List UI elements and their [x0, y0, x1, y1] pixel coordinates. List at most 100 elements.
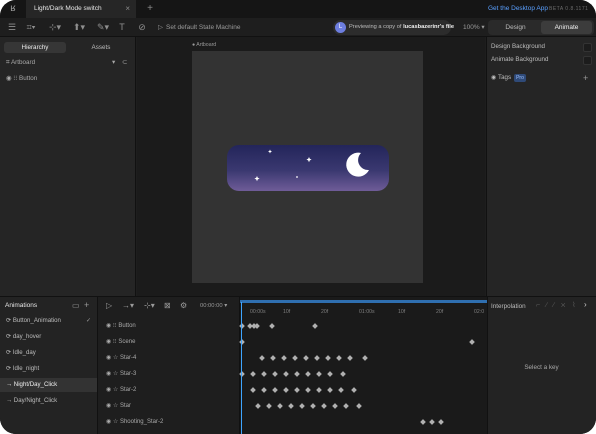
preview-banner: L Previewing a copy of lucasbazerinr's f…: [333, 20, 454, 35]
close-tab-icon[interactable]: ×: [125, 0, 130, 18]
keyframe[interactable]: [338, 387, 344, 393]
keyframe[interactable]: [327, 371, 333, 377]
animate-mode-button[interactable]: Animate: [541, 21, 592, 34]
keyframe[interactable]: [294, 387, 300, 393]
keyframe[interactable]: [327, 387, 333, 393]
keyframe[interactable]: [270, 355, 276, 361]
list-item-animation[interactable]: ⟳ Button_Animation ✓: [0, 314, 97, 328]
keyframe[interactable]: [283, 387, 289, 393]
new-tab-icon[interactable]: +: [144, 0, 156, 18]
track-row[interactable]: ◉ ☆ Star: [106, 400, 131, 412]
keyframe[interactable]: [254, 323, 260, 329]
dark-mode-switch[interactable]: [227, 145, 389, 191]
tab-assets[interactable]: Assets: [70, 42, 132, 53]
rive-logo-icon[interactable]: ʁ: [8, 3, 18, 14]
link-icon[interactable]: ⊂: [122, 58, 127, 68]
shape-tool-icon[interactable]: ⬆▾: [68, 21, 90, 34]
keyframe[interactable]: [277, 403, 283, 409]
keyframe[interactable]: [292, 355, 298, 361]
track-row[interactable]: ◉ ☆ Star-4: [106, 352, 136, 364]
list-item-animation[interactable]: ⟳ day_hover: [0, 330, 97, 344]
keyframe[interactable]: [250, 387, 256, 393]
keyframe[interactable]: [321, 403, 327, 409]
track-row[interactable]: ◉ ☆ Star-3: [106, 368, 136, 380]
keyframe[interactable]: [272, 387, 278, 393]
keyframe[interactable]: [429, 419, 435, 425]
zoom-selector[interactable]: 100% ▾: [463, 18, 485, 37]
add-tag-icon[interactable]: +: [583, 72, 588, 84]
add-animation-icon[interactable]: +: [84, 300, 89, 310]
timeline-ruler[interactable]: 00:00s 10f 20f 01:00s 10f 20f 02:0: [240, 306, 487, 318]
track-row[interactable]: ◉ ⁝⁝ Button: [106, 320, 136, 332]
keyframe[interactable]: [269, 323, 275, 329]
keyframe[interactable]: [288, 403, 294, 409]
text-tool-icon[interactable]: T: [116, 21, 128, 34]
keyframe[interactable]: [266, 403, 272, 409]
keyframe[interactable]: [250, 371, 256, 377]
keyframe[interactable]: [305, 387, 311, 393]
file-tab[interactable]: Light/Dark Mode switch ×: [26, 0, 136, 18]
snap-icon[interactable]: ⊹▾: [144, 301, 155, 310]
list-item-animation-selected[interactable]: → Night/Day_Click: [0, 378, 97, 392]
list-item-animation[interactable]: ⟳ Idle_day: [0, 346, 97, 360]
design-mode-button[interactable]: Design: [490, 21, 541, 34]
keyframe[interactable]: [438, 419, 444, 425]
keyframe[interactable]: [347, 355, 353, 361]
playhead[interactable]: [241, 302, 242, 434]
keyframe[interactable]: [305, 371, 311, 377]
list-item-animation[interactable]: ⟳ Idle_night: [0, 362, 97, 376]
keyframe[interactable]: [332, 403, 338, 409]
keyframe[interactable]: [420, 419, 426, 425]
folder-icon[interactable]: ▭: [72, 301, 80, 310]
tree-item-artboard[interactable]: ⌗ Artboard ▾ ⊂: [6, 58, 130, 68]
keyframe[interactable]: [316, 371, 322, 377]
keyframe[interactable]: [336, 355, 342, 361]
keyframe[interactable]: [325, 355, 331, 361]
keyframe[interactable]: [314, 355, 320, 361]
keyframe[interactable]: [294, 371, 300, 377]
keyframe[interactable]: [255, 403, 261, 409]
play-icon[interactable]: ▷: [106, 301, 112, 310]
keyframe[interactable]: [272, 371, 278, 377]
interpolation-type-icons[interactable]: ⌐ ∕ ∕ ⨯ ⌇: [536, 301, 578, 309]
keyframe[interactable]: [312, 323, 318, 329]
keyframe[interactable]: [316, 387, 322, 393]
chevron-down-icon[interactable]: ▾: [112, 58, 115, 68]
keyframe[interactable]: [259, 355, 265, 361]
track-row[interactable]: ◉ ⁝⁝ Scene: [106, 336, 135, 348]
menu-icon[interactable]: ☰: [6, 21, 18, 34]
state-machine-selector[interactable]: ▷ Set default State Machine: [158, 18, 240, 37]
keyframe[interactable]: [343, 403, 349, 409]
keyframe[interactable]: [351, 387, 357, 393]
keyframe[interactable]: [362, 355, 368, 361]
pen-tool-icon[interactable]: ✎▾: [92, 21, 114, 34]
keyframe[interactable]: [299, 403, 305, 409]
bone-tool-icon[interactable]: ⊘: [136, 21, 148, 34]
track-row[interactable]: ◉ ☆ Shooting_Star-2: [106, 416, 163, 428]
tab-hierarchy[interactable]: Hierarchy: [4, 42, 66, 53]
tree-item-button[interactable]: ◉ ⁝⁝ Button: [6, 74, 37, 84]
keyframe[interactable]: [283, 371, 289, 377]
list-item-animation[interactable]: → Day/Night_Click: [0, 394, 97, 408]
keyframe[interactable]: [310, 403, 316, 409]
time-display[interactable]: 00:00:00 ▾: [200, 303, 227, 309]
keyframe[interactable]: [356, 403, 362, 409]
keyframe[interactable]: [303, 355, 309, 361]
design-background-swatch[interactable]: [583, 43, 592, 52]
work-area-bar[interactable]: [240, 300, 487, 303]
keyframe[interactable]: [261, 371, 267, 377]
chevron-right-icon[interactable]: ›: [584, 300, 587, 309]
keyframe-icon[interactable]: ⊠: [164, 301, 171, 310]
animate-background-swatch[interactable]: [583, 56, 592, 65]
settings-icon[interactable]: ⚙: [180, 301, 187, 310]
loop-mode-icon[interactable]: →▾: [122, 301, 134, 310]
keyframe[interactable]: [469, 339, 475, 345]
select-tool-icon[interactable]: ⊹▾: [44, 21, 66, 34]
get-desktop-app-link[interactable]: Get the Desktop App: [488, 0, 548, 18]
keyframe[interactable]: [281, 355, 287, 361]
keyframe-area[interactable]: [239, 318, 487, 434]
keyframe[interactable]: [261, 387, 267, 393]
track-row[interactable]: ◉ ☆ Star-2: [106, 384, 136, 396]
artboard-tool-icon[interactable]: ⌗▾: [20, 21, 42, 34]
keyframe[interactable]: [340, 371, 346, 377]
